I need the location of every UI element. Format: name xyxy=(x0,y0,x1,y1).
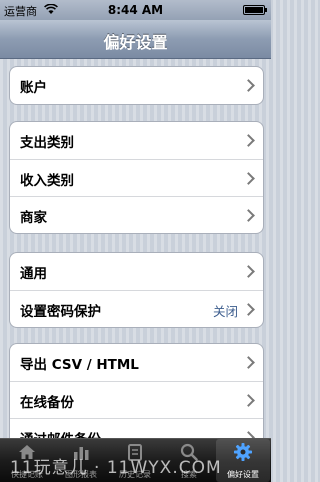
chevron-right-icon xyxy=(242,265,255,278)
tab-history[interactable]: 历史记录 xyxy=(108,439,162,482)
chevron-right-icon xyxy=(242,172,255,185)
row-online-backup[interactable]: 在线备份 xyxy=(10,381,263,418)
clock: 8:44 AM xyxy=(107,3,164,17)
row-merchants[interactable]: 商家 xyxy=(10,196,263,233)
tab-preferences[interactable]: 偏好设置 xyxy=(216,439,270,482)
home-icon xyxy=(19,445,35,459)
chevron-right-icon xyxy=(242,303,255,316)
tab-search[interactable]: 搜索 xyxy=(162,439,216,482)
tab-label: 快捷记账 xyxy=(11,470,43,479)
row-general[interactable]: 通用 xyxy=(10,253,263,290)
tab-label: 偏好设置 xyxy=(227,470,259,479)
tab-label: 搜索 xyxy=(181,470,197,479)
settings-group-backup: 导出 CSV / HTML 在线备份 通过邮件备份 xyxy=(9,343,264,448)
history-icon xyxy=(128,444,142,461)
settings-group-account: 账户 xyxy=(9,66,264,105)
row-label: 收入类别 xyxy=(20,173,74,189)
tab-bar: 快捷记账 图形报表 历史记录 搜索 偏好设置 xyxy=(0,438,271,482)
row-export-csv-html[interactable]: 导出 CSV / HTML xyxy=(10,344,263,381)
row-account[interactable]: 账户 xyxy=(10,67,263,104)
row-label: 商家 xyxy=(20,210,47,226)
chart-icon xyxy=(74,447,89,460)
row-passcode-lock[interactable]: 设置密码保护 关闭 xyxy=(10,290,263,327)
tab-label: 图形报表 xyxy=(65,470,97,479)
settings-group-general: 通用 设置密码保护 关闭 xyxy=(9,252,264,328)
tab-quick-entry[interactable]: 快捷记账 xyxy=(0,439,54,482)
row-label: 支出类别 xyxy=(20,135,74,151)
gear-icon xyxy=(234,443,252,461)
settings-group-categories: 支出类别 收入类别 商家 xyxy=(9,121,264,234)
row-label: 在线备份 xyxy=(20,395,74,411)
page-title: 偏好设置 xyxy=(103,33,168,52)
tab-label: 历史记录 xyxy=(119,470,151,479)
row-label: 账户 xyxy=(20,80,47,96)
chevron-right-icon xyxy=(242,356,255,369)
chevron-right-icon xyxy=(242,79,255,92)
chevron-right-icon xyxy=(242,134,255,147)
tab-charts[interactable]: 图形报表 xyxy=(54,439,108,482)
status-bar: 运营商 8:44 AM xyxy=(0,0,271,20)
navigation-bar: 偏好设置 xyxy=(0,20,271,59)
battery-icon xyxy=(243,5,267,15)
search-icon xyxy=(180,443,198,461)
chevron-right-icon xyxy=(242,394,255,407)
row-label: 设置密码保护 xyxy=(20,304,101,320)
row-label: 通用 xyxy=(20,266,47,282)
chevron-right-icon xyxy=(242,209,255,222)
row-income-categories[interactable]: 收入类别 xyxy=(10,159,263,196)
row-expense-categories[interactable]: 支出类别 xyxy=(10,122,263,159)
passcode-status-value: 关闭 xyxy=(212,304,238,319)
row-label: 导出 CSV / HTML xyxy=(20,357,139,373)
